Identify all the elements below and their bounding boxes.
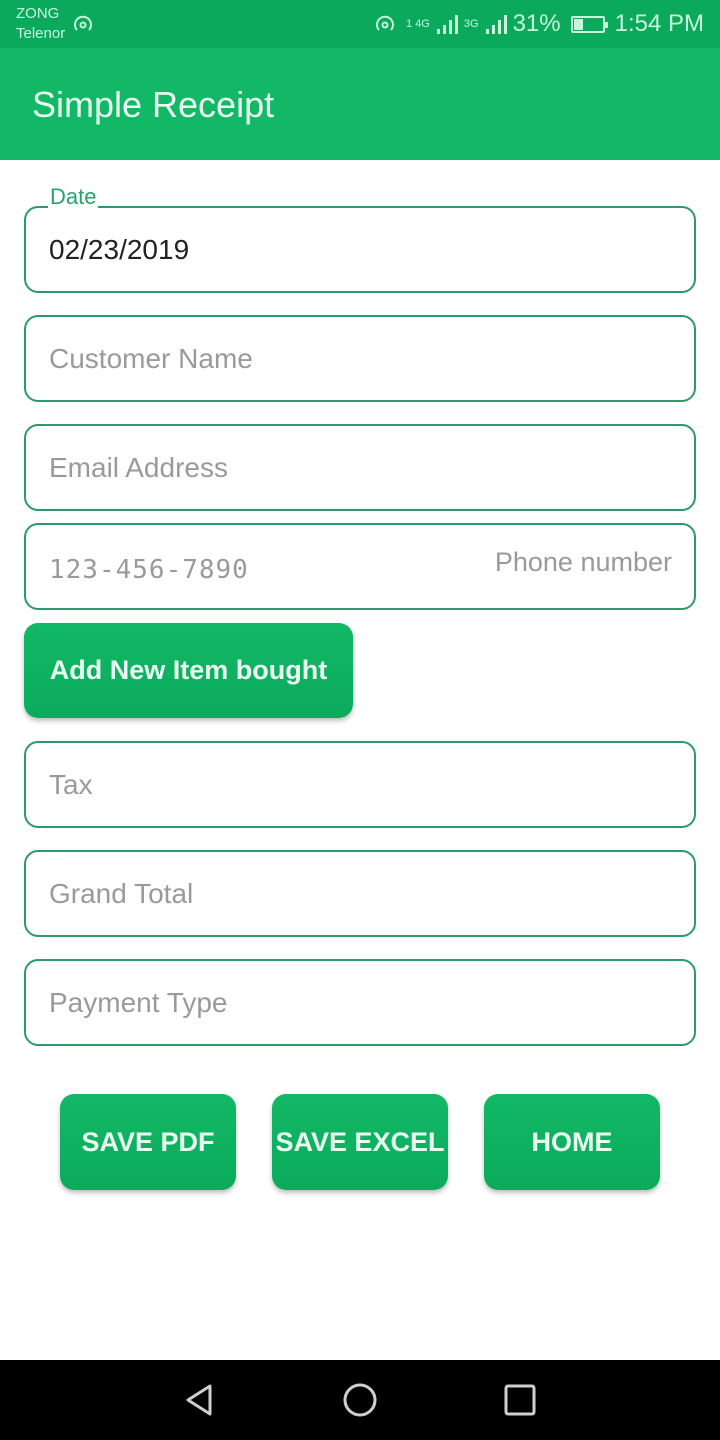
hotspot-icon	[74, 15, 92, 31]
phone-hint: Phone number	[494, 547, 672, 577]
email-placeholder: Email Address	[49, 452, 228, 483]
sim2-net: 3G	[463, 17, 479, 30]
status-indicators: 1 4G 3G 31% 1:54 PM	[374, 8, 704, 40]
customer-name-placeholder: Customer Name	[49, 343, 253, 374]
carrier-1: ZONG	[16, 5, 60, 22]
payment-type-placeholder: Payment Type	[49, 987, 228, 1018]
status-bar: ZONG Telenor 1 4G 3G 31% 1:54 PM	[0, 0, 720, 48]
home-button[interactable]: HOME	[484, 1094, 660, 1190]
battery-percent: 31%	[512, 10, 561, 37]
customer-name-field[interactable]: Customer Name	[24, 315, 696, 402]
navigation-bar	[0, 1360, 720, 1440]
clock: 1:54 PM	[614, 10, 704, 37]
date-field[interactable]: 02/23/2019	[24, 206, 696, 293]
recents-icon[interactable]	[502, 1382, 538, 1418]
tax-placeholder: Tax	[49, 769, 93, 800]
signal-icon	[436, 15, 458, 34]
add-item-button[interactable]: Add New Item bought	[24, 623, 353, 718]
sim1-sup: 1	[406, 17, 413, 30]
phone-placeholder: 123-456-7890	[49, 555, 249, 585]
date-value: 02/23/2019	[49, 234, 190, 265]
tax-field[interactable]: Tax	[24, 741, 696, 828]
save-excel-button[interactable]: SAVE EXCEL	[272, 1094, 448, 1190]
carrier-names: ZONG Telenor	[16, 4, 65, 44]
sim1-net: 4G	[415, 17, 430, 30]
date-label: Date	[48, 184, 99, 210]
page-title: Simple Receipt	[32, 84, 275, 125]
grand-total-field[interactable]: Grand Total	[24, 850, 696, 937]
back-icon[interactable]	[182, 1382, 218, 1418]
sim1-indicator: 1 4G	[406, 17, 430, 30]
carrier-2: Telenor	[16, 25, 66, 42]
battery-level	[573, 18, 583, 30]
save-pdf-button[interactable]: SAVE PDF	[60, 1094, 236, 1190]
signal-icon	[485, 15, 507, 34]
hotspot-icon	[376, 15, 394, 31]
battery-charging-icon	[570, 15, 608, 33]
grand-total-placeholder: Grand Total	[49, 878, 194, 909]
app-bar: Simple Receipt	[0, 48, 720, 160]
payment-type-field[interactable]: Payment Type	[24, 959, 696, 1046]
home-icon[interactable]	[342, 1382, 378, 1418]
email-field[interactable]: Email Address	[24, 424, 696, 511]
phone-field[interactable]: 123-456-7890 Phone number	[24, 523, 696, 610]
